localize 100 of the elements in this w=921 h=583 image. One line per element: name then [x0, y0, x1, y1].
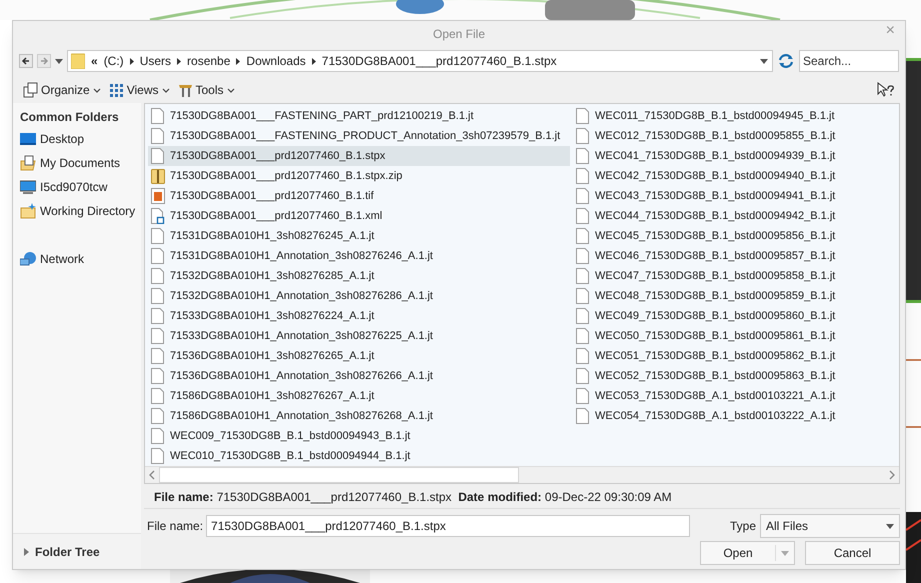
file-item[interactable]: 71532DG8BA010H1_Annotation_3sh08276286_A.1.jt	[148, 286, 570, 306]
file-icon	[576, 108, 590, 124]
document-icon	[151, 208, 165, 224]
address-bar[interactable]: « (C:) Users rosenbe Downloads 71530DG8BA001___prd12077460_B.1.stpx	[67, 50, 773, 72]
file-item[interactable]: WEC043_71530DG8B_B.1_bstd00094941_B.1.jt	[573, 186, 870, 206]
copy-icon	[23, 82, 38, 98]
file-item[interactable]: WEC051_71530DG8B_B.1_bstd00095862_B.1.jt	[573, 346, 870, 366]
help-pointer-icon[interactable]	[877, 82, 895, 98]
file-icon	[576, 208, 590, 224]
file-item[interactable]: 71531DG8BA010H1_3sh08276245_A.1.jt	[148, 226, 570, 246]
file-item[interactable]: 71530DG8BA001___prd12077460_B.1.xml	[148, 206, 570, 226]
triangle-right-icon	[24, 548, 29, 556]
toolbar-menu-button[interactable]: Tools	[178, 81, 235, 99]
documents-icon	[20, 155, 36, 171]
file-icon	[151, 448, 165, 464]
file-icon	[576, 268, 590, 284]
file-item[interactable]: WEC009_71530DG8B_B.1_bstd00094943_B.1.jt	[148, 426, 570, 446]
file-item[interactable]: WEC052_71530DG8B_B.1_bstd00095863_B.1.jt	[573, 366, 870, 386]
file-item[interactable]: 71533DG8BA010H1_Annotation_3sh08276225_A.1.jt	[148, 326, 570, 346]
field-label: Type	[730, 518, 756, 535]
file-icon	[151, 408, 165, 424]
breadcrumb-item[interactable]: Users	[140, 52, 172, 70]
file-icon	[576, 348, 590, 364]
file-item[interactable]: 71530DG8BA001___prd12077460_B.1.tif	[148, 186, 570, 206]
file-icon	[576, 328, 590, 344]
dropdown-icon[interactable]	[760, 58, 768, 64]
file-item[interactable]: WEC050_71530DG8B_B.1_bstd00095861_B.1.jt	[573, 326, 870, 346]
sidebar-item[interactable]: Working Directory	[20, 199, 141, 223]
file-icon	[151, 388, 165, 404]
tools-icon	[178, 82, 192, 98]
file-item[interactable]: 71536DG8BA010H1_3sh08276265_A.1.jt	[148, 346, 570, 366]
breadcrumb-item[interactable]: (C:)	[104, 52, 124, 70]
file-icon	[151, 428, 165, 444]
file-item[interactable]: WEC010_71530DG8B_B.1_bstd00094944_B.1.jt	[148, 446, 570, 466]
file-icon	[151, 228, 165, 244]
open-button[interactable]: Open	[700, 541, 795, 565]
file-item[interactable]: 71530DG8BA001___FASTENING_PART_prd12100219_B.1.jt	[148, 106, 570, 126]
window-title: Open File	[432, 26, 486, 43]
file-item[interactable]: WEC054_71530DG8B_A.1_bstd00103222_A.1.jt	[573, 406, 870, 426]
file-item[interactable]: 71530DG8BA001___FASTENING_PRODUCT_Annotation_3sh07239579_B.1.jt	[148, 126, 570, 146]
caret-icon	[162, 88, 170, 92]
sidebar-item[interactable]: My Documents	[20, 151, 141, 175]
globe-icon	[20, 251, 36, 267]
file-item[interactable]: WEC045_71530DG8B_B.1_bstd00095856_B.1.jt	[573, 226, 870, 246]
field-label: File name:	[147, 518, 204, 535]
file-icon	[576, 128, 590, 144]
chevron-right-icon	[236, 58, 240, 64]
file-icon	[576, 228, 590, 244]
file-icon	[576, 308, 590, 324]
file-item[interactable]: 71586DG8BA010H1_Annotation_3sh08276268_A.1.jt	[148, 406, 570, 426]
breadcrumb-item[interactable]: rosenbe	[187, 52, 230, 70]
file-details-text: File name: 71530DG8BA001___prd12077460_B.1.stpx Date modified: 09-Dec-22 09:30:09 AM	[144, 485, 900, 509]
cancel-button[interactable]: Cancel	[805, 541, 900, 565]
file-item[interactable]: 71531DG8BA010H1_Annotation_3sh08276246_A.1.jt	[148, 246, 570, 266]
file-item[interactable]: WEC041_71530DG8B_B.1_bstd00094939_B.1.jt	[573, 146, 870, 166]
file-item[interactable]: WEC048_71530DG8B_B.1_bstd00095859_B.1.jt	[573, 286, 870, 306]
toolbar-menu-button[interactable]: Views	[108, 81, 170, 99]
file-item[interactable]: 71533DG8BA010H1_3sh08276224_A.1.jt	[148, 306, 570, 326]
dropdown-icon[interactable]	[55, 58, 63, 64]
archive-icon	[151, 168, 165, 184]
file-item[interactable]: WEC049_71530DG8B_B.1_bstd00095860_B.1.jt	[573, 306, 870, 326]
file-icon	[576, 368, 590, 384]
file-icon	[151, 328, 165, 344]
file-icon	[151, 248, 165, 264]
file-item[interactable]: WEC044_71530DG8B_B.1_bstd00094942_B.1.jt	[573, 206, 870, 226]
caret-icon	[92, 88, 101, 92]
folder-icon	[71, 53, 85, 69]
file-item[interactable]: 71530DG8BA001___prd12077460_B.1.stpx.zip	[148, 166, 570, 186]
horizontal-scrollbar[interactable]	[145, 466, 899, 483]
breadcrumb-item[interactable]: 71530DG8BA001___prd12077460_B.1.stpx	[322, 52, 557, 70]
file-item[interactable]: 71586DG8BA010H1_3sh08276267_A.1.jt	[148, 386, 570, 406]
image-icon	[151, 188, 165, 204]
file-item[interactable]: WEC011_71530DG8B_B.1_bstd00094945_B.1.jt	[573, 106, 870, 126]
folder-tree-toggle[interactable]: Folder Tree	[13, 533, 141, 569]
file-item[interactable]: WEC047_71530DG8B_B.1_bstd00095858_B.1.jt	[573, 266, 870, 286]
toolbar-menu-button[interactable]: Organize	[23, 81, 101, 99]
file-item[interactable]: WEC053_71530DG8B_A.1_bstd00103221_A.1.jt	[573, 386, 870, 406]
file-icon	[151, 148, 165, 164]
breadcrumb-item[interactable]: Downloads	[246, 52, 306, 70]
type-dropdown[interactable]: All Files	[760, 514, 900, 538]
back-icon[interactable]	[19, 54, 33, 68]
sidebar-item[interactable]: Desktop	[20, 127, 141, 151]
file-icon	[151, 268, 165, 284]
file-item[interactable]: WEC012_71530DG8B_B.1_bstd00095855_B.1.jt	[573, 126, 870, 146]
chevron-right-icon	[312, 58, 316, 64]
sidebar-item[interactable]: I5cd9070tcw	[20, 175, 141, 199]
file-icon	[576, 248, 590, 264]
sidebar-item[interactable]: Network	[20, 247, 141, 271]
file-icon	[151, 308, 165, 324]
file-item[interactable]: WEC042_71530DG8B_B.1_bstd00094940_B.1.jt	[573, 166, 870, 186]
scrollbar-thumb[interactable]	[159, 467, 519, 483]
folder-icon	[20, 203, 36, 219]
file-item[interactable]: 71532DG8BA010H1_3sh08276285_A.1.jt	[148, 266, 570, 286]
file-item[interactable]: 71530DG8BA001___prd12077460_B.1.stpx	[148, 146, 570, 166]
search-field[interactable]: Search...	[799, 50, 899, 72]
refresh-icon[interactable]	[777, 53, 795, 69]
file-name-field[interactable]: 71530DG8BA001___prd12077460_B.1.stpx	[206, 515, 690, 537]
address-prefix: «	[91, 53, 98, 70]
file-item[interactable]: WEC046_71530DG8B_B.1_bstd00095857_B.1.jt	[573, 246, 870, 266]
file-item[interactable]: 71536DG8BA010H1_Annotation_3sh08276266_A.1.jt	[148, 366, 570, 386]
